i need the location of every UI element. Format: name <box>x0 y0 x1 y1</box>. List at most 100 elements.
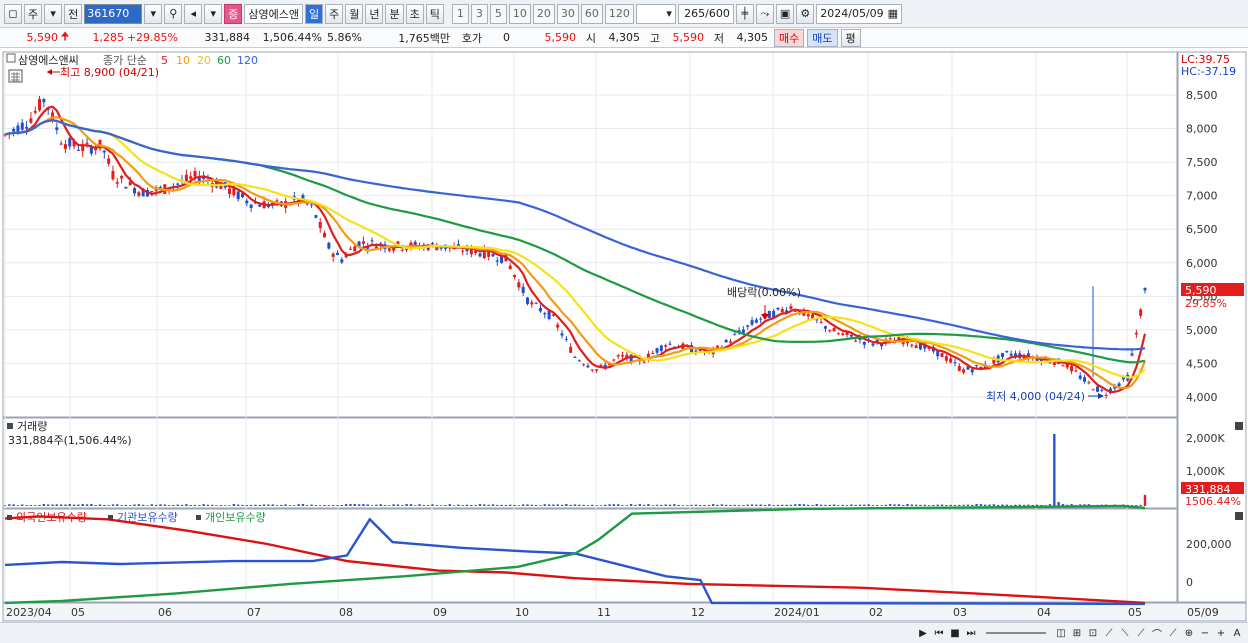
candle-body <box>616 355 620 357</box>
candle-body <box>331 253 335 257</box>
interval-20[interactable]: 20 <box>532 3 555 24</box>
tool-icon[interactable]: ⟋ <box>1134 626 1148 641</box>
interval-combo[interactable]: ▾ <box>635 3 676 24</box>
x-axis-label: 05 <box>1128 606 1142 619</box>
market-select[interactable]: 주 <box>24 3 43 24</box>
period-year[interactable]: 년 <box>365 3 384 24</box>
line-type-icon[interactable]: ⤳ <box>755 3 774 24</box>
holding-tick-label: 200,000 <box>1186 538 1232 551</box>
period-day[interactable]: 일 <box>304 3 324 24</box>
volume-bar <box>51 504 54 506</box>
volume-bar <box>55 504 59 506</box>
legend-ma-120: 120 <box>237 54 258 67</box>
calendar-icon[interactable]: ▦ <box>888 7 898 20</box>
candle-body <box>914 345 918 349</box>
candle-body <box>478 253 482 257</box>
interval-60[interactable]: 60 <box>580 3 603 24</box>
volume-bar <box>206 504 210 506</box>
stock-chart[interactable]: 8,5008,0007,5007,0006,5006,0005,5005,000… <box>0 50 1248 622</box>
volume-bar <box>910 504 914 506</box>
period-month[interactable]: 월 <box>345 3 364 24</box>
interval-5[interactable]: 5 <box>489 3 507 24</box>
volume-bar <box>85 504 89 506</box>
stock-code-input[interactable]: 361670 <box>84 3 143 24</box>
volume-bar <box>258 504 261 506</box>
candle-body <box>1143 288 1147 291</box>
candle-body <box>1052 362 1056 365</box>
volume-close-icon[interactable] <box>1235 422 1243 430</box>
candle-body <box>668 343 672 345</box>
search-icon[interactable]: ⚲ <box>164 3 183 24</box>
holding-close-icon[interactable] <box>1235 512 1243 520</box>
save-icon[interactable]: ▣ <box>775 3 795 24</box>
date-picker[interactable]: 2024/05/09 ▦ <box>816 3 903 24</box>
candle-type-icon[interactable]: ╪ <box>735 3 754 24</box>
eval-button[interactable]: 평 <box>840 28 861 47</box>
volume-bar <box>889 504 892 506</box>
candle-body <box>1005 351 1009 353</box>
candle-body <box>189 176 193 179</box>
tool-icon[interactable]: ⟋ <box>1166 626 1180 641</box>
tool-icon[interactable]: ⊕ <box>1182 626 1196 641</box>
interval-1[interactable]: 1 <box>451 3 469 24</box>
tool-icon[interactable]: ⊞ <box>1070 626 1084 641</box>
holding-item-icon <box>108 515 113 520</box>
tool-icon[interactable]: ⟍ <box>1118 626 1132 641</box>
scroll-end-icon[interactable]: ⏭ <box>964 626 978 641</box>
scroll-next-icon[interactable]: ▶ <box>916 626 930 641</box>
holding-panel-menu-icon[interactable] <box>7 515 12 520</box>
tool-icon[interactable]: ⌒ <box>1150 626 1164 641</box>
interval-3[interactable]: 3 <box>470 3 488 24</box>
volume-bar <box>802 504 806 506</box>
volume-bar <box>798 504 801 506</box>
speaker-icon[interactable]: ◂ <box>184 3 203 24</box>
period-week[interactable]: 주 <box>325 3 344 24</box>
tool-icon[interactable]: ⟋ <box>1102 626 1116 641</box>
period-second[interactable]: 초 <box>405 3 424 24</box>
interval-30[interactable]: 30 <box>556 3 579 24</box>
dividend-note: 배당락(0.00%) <box>727 286 801 299</box>
zoom-out-icon[interactable]: − <box>1198 626 1212 641</box>
interval-120[interactable]: 120 <box>604 3 634 24</box>
code-dropdown-icon[interactable]: ▾ <box>144 3 163 24</box>
gear-icon[interactable]: ⚙ <box>796 3 815 24</box>
speaker-dropdown-icon[interactable]: ▾ <box>204 3 223 24</box>
period-minute[interactable]: 분 <box>385 3 404 24</box>
candle-body <box>949 358 953 363</box>
volume-bar <box>288 505 292 506</box>
layout-icon[interactable]: ◻ <box>4 3 22 24</box>
zoom-in-icon[interactable]: + <box>1214 626 1228 641</box>
tool-icon[interactable]: ◫ <box>1054 626 1068 641</box>
last-price-tag: 5,590 <box>1185 284 1217 297</box>
volume-bar <box>832 504 836 506</box>
count-total: /600 <box>705 7 730 20</box>
sell-button[interactable]: 매도 <box>807 28 838 47</box>
market-dropdown-icon[interactable]: ▾ <box>44 3 63 24</box>
volume-bar <box>979 504 983 506</box>
stop-icon[interactable]: ■ <box>948 626 962 641</box>
high-note: 최고 8,900 (04/21) <box>60 66 159 79</box>
volume-bar <box>232 504 236 506</box>
period-tick[interactable]: 틱 <box>425 3 444 24</box>
candle-body <box>431 243 434 245</box>
buy-button[interactable]: 매수 <box>774 28 805 47</box>
interval-10[interactable]: 10 <box>508 3 531 24</box>
font-size-icon[interactable]: A <box>1230 626 1244 641</box>
volume-bar <box>29 505 33 506</box>
candle-body <box>353 246 357 252</box>
count-input[interactable]: 265/600 <box>677 3 734 24</box>
tool-icon[interactable]: ⊡ <box>1086 626 1100 641</box>
all-button[interactable]: 전 <box>64 3 83 24</box>
volume-last-pct: 1506.44% <box>1185 495 1241 508</box>
candle-body <box>508 265 512 270</box>
scroll-start-icon[interactable]: ⏮ <box>932 626 946 641</box>
candle-body <box>1100 389 1104 391</box>
candle-body <box>1096 386 1099 392</box>
volume-panel-menu-icon[interactable] <box>7 423 13 429</box>
volume-bar <box>625 505 629 506</box>
legend-ma-10: 10 <box>176 54 190 67</box>
candle-body <box>361 241 365 244</box>
price-tick-label: 5,000 <box>1186 324 1218 337</box>
candle-body <box>556 324 560 328</box>
zoom-slider[interactable] <box>986 632 1046 634</box>
